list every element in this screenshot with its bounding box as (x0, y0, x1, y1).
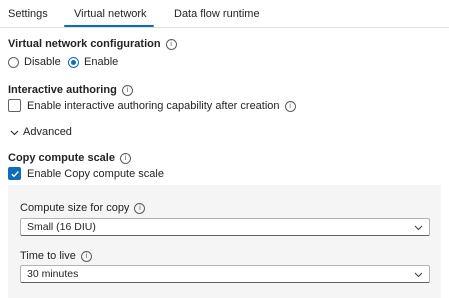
chevron-down-icon (10, 130, 19, 136)
ttl-heading: Time to live i (20, 250, 92, 262)
info-icon[interactable]: i (284, 101, 296, 112)
interactive-authoring-title: Interactive authoring (8, 84, 117, 96)
compute-size-value: Small (16 DIU) (27, 221, 96, 233)
chevron-down-icon (414, 225, 423, 231)
interactive-authoring-checkbox[interactable] (8, 99, 21, 112)
tab-data-flow-runtime[interactable]: Data flow runtime (174, 8, 260, 20)
copy-compute-scale-title: Copy compute scale (8, 152, 115, 164)
ttl-dropdown[interactable]: 30 minutes (20, 265, 430, 283)
interactive-authoring-row: Enable interactive authoring capability … (27, 100, 296, 112)
interactive-authoring-heading: Interactive authoring i (8, 84, 133, 96)
vnet-config-heading: Virtual network configuration i (8, 38, 177, 50)
info-icon[interactable]: i (119, 153, 131, 164)
enable-radio-label[interactable]: Enable (84, 56, 118, 68)
disable-radio-label[interactable]: Disable (24, 56, 61, 68)
copy-compute-scale-checkbox-label[interactable]: Enable Copy compute scale (27, 168, 164, 180)
info-icon[interactable]: i (80, 251, 92, 262)
chevron-down-icon (414, 272, 423, 278)
advanced-label[interactable]: Advanced (23, 126, 72, 138)
compute-size-dropdown[interactable]: Small (16 DIU) (20, 218, 430, 236)
ttl-label: Time to live (20, 250, 76, 262)
checkmark-icon (11, 171, 19, 178)
info-icon[interactable]: i (121, 85, 133, 96)
info-icon[interactable]: i (134, 203, 146, 214)
compute-size-label: Compute size for copy (20, 202, 130, 214)
copy-compute-scale-checkbox[interactable] (8, 167, 21, 180)
copy-compute-scale-heading: Copy compute scale i (8, 152, 131, 164)
vnet-config-title: Virtual network configuration (8, 38, 161, 50)
compute-size-heading: Compute size for copy i (20, 202, 146, 214)
enable-radio[interactable] (68, 57, 79, 68)
tab-virtual-network[interactable]: Virtual network (74, 8, 147, 20)
tab-settings[interactable]: Settings (8, 8, 48, 20)
disable-radio[interactable] (8, 57, 19, 68)
ttl-value: 30 minutes (27, 268, 79, 280)
interactive-authoring-checkbox-label[interactable]: Enable interactive authoring capability … (27, 100, 280, 112)
info-icon[interactable]: i (165, 39, 177, 50)
tab-divider (0, 27, 449, 28)
